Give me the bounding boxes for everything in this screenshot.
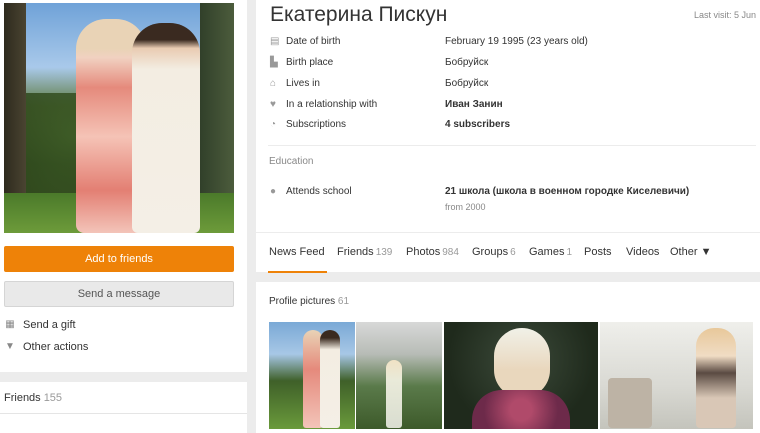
info-row-school: ● Attends school 21 школа (школа в военн… <box>270 185 756 203</box>
tab-other[interactable]: Other ▼ <box>670 246 711 258</box>
profile-tabs: News Feed Friends 139 Photos 984 Groups 6 G… <box>256 232 760 273</box>
left-panel: Add to friends Send a message ▦ Send a g… <box>0 0 247 372</box>
profile-info-card: Екатерина Пискун Last visit: 5 Jun ▤ Dat… <box>256 0 760 273</box>
send-gift-label: Send a gift <box>23 319 76 331</box>
profile-name: Екатерина Пискун <box>270 3 448 26</box>
profile-picture-thumbnail[interactable] <box>269 322 355 429</box>
profile-pictures-count: 61 <box>337 296 350 307</box>
profile-picture-thumbnail[interactable] <box>444 322 598 429</box>
school-pin-icon: ● <box>270 186 277 197</box>
photo-head <box>494 328 550 398</box>
gift-icon: ▦ <box>5 319 15 330</box>
education-heading: Education <box>269 156 314 167</box>
photo-man <box>132 23 200 233</box>
rss-icon: ◔ <box>270 119 277 130</box>
info-label: Date of birth <box>286 36 341 47</box>
info-value: February 19 1995 (23 years old) <box>445 36 588 47</box>
last-visit: Last visit: 5 Jun <box>693 10 756 20</box>
birthplace-icon: ▙ <box>270 57 278 68</box>
info-row-birth-date: ▤ Date of birth February 19 1995 (23 yea… <box>270 35 756 53</box>
info-label: Attends school <box>286 186 352 197</box>
friends-panel-label: Friends <box>4 392 41 404</box>
tab-count: 984 <box>442 247 459 258</box>
profile-pictures-label: Profile pictures <box>269 296 336 307</box>
info-row-relationship: ♥ In a relationship with Иван Занин <box>270 98 756 116</box>
heart-icon: ♥ <box>270 99 276 110</box>
tab-label: Other ▼ <box>670 246 712 258</box>
tab-posts[interactable]: Posts <box>584 246 612 258</box>
tab-label: Photos <box>406 246 441 258</box>
partner-link[interactable]: Иван Занин <box>445 99 503 110</box>
info-row-subscriptions: ◔ Subscriptions 4 subscribers <box>270 118 756 136</box>
tab-games[interactable]: Games 1 <box>529 246 572 258</box>
triangle-down-icon: ▼ <box>5 341 15 352</box>
info-label: Lives in <box>286 78 320 89</box>
friends-panel-title[interactable]: Friends 155 <box>4 392 62 404</box>
divider <box>268 145 756 146</box>
info-label: Birth place <box>286 57 334 68</box>
info-value[interactable]: Бобруйск <box>445 78 488 89</box>
friends-panel-count: 155 <box>43 392 63 404</box>
subscribers-link[interactable]: 4 subscribers <box>445 119 510 130</box>
photo-woman <box>696 328 736 428</box>
profile-pictures-card: Profile pictures 61 <box>256 282 760 433</box>
profile-photo[interactable] <box>4 3 234 233</box>
info-label: In a relationship with <box>286 99 378 110</box>
info-value[interactable]: Бобруйск <box>445 57 488 68</box>
calendar-icon: ▤ <box>270 36 280 47</box>
tab-label: Videos <box>626 246 660 258</box>
friends-panel: Friends 155 <box>0 382 247 433</box>
other-actions-label: Other actions <box>23 341 89 353</box>
home-icon: ⌂ <box>270 78 277 89</box>
tab-photos[interactable]: Photos 984 <box>406 246 459 258</box>
tab-count: 1 <box>566 247 573 258</box>
info-row-lives-in: ⌂ Lives in Бобруйск <box>270 77 756 95</box>
info-label: Subscriptions <box>286 119 347 130</box>
tab-count: 6 <box>510 247 516 258</box>
tab-news-feed[interactable]: News Feed <box>269 246 325 258</box>
tab-videos[interactable]: Videos <box>626 246 659 258</box>
profile-picture-thumbnail[interactable] <box>356 322 442 429</box>
tab-label: Posts <box>584 246 612 258</box>
tab-label: Groups <box>472 246 509 258</box>
tab-friends[interactable]: Friends 139 <box>337 246 392 258</box>
school-link[interactable]: 21 школа (школа в военном городке Киселе… <box>445 186 689 197</box>
photo-table <box>608 378 652 428</box>
send-message-button[interactable]: Send a message <box>4 281 234 307</box>
school-years: from 2000 <box>445 202 486 212</box>
photo-body <box>472 390 570 429</box>
divider <box>0 413 247 414</box>
profile-pictures-heading[interactable]: Profile pictures 61 <box>269 296 349 307</box>
tab-label: News Feed <box>269 246 325 258</box>
photo-man <box>320 330 340 428</box>
add-to-friends-button[interactable]: Add to friends <box>4 246 234 272</box>
info-row-birth-place: ▙ Birth place Бобруйск <box>270 56 756 74</box>
tab-label: Games <box>529 246 565 258</box>
profile-picture-thumbnail[interactable] <box>600 322 753 429</box>
tab-count: 139 <box>375 247 393 258</box>
other-actions-link[interactable]: ▼ Other actions <box>5 341 88 353</box>
photo-woman <box>386 360 402 428</box>
send-gift-link[interactable]: ▦ Send a gift <box>5 319 76 331</box>
tab-label: Friends <box>337 246 374 258</box>
active-tab-indicator <box>268 271 327 273</box>
tab-groups[interactable]: Groups 6 <box>472 246 516 258</box>
